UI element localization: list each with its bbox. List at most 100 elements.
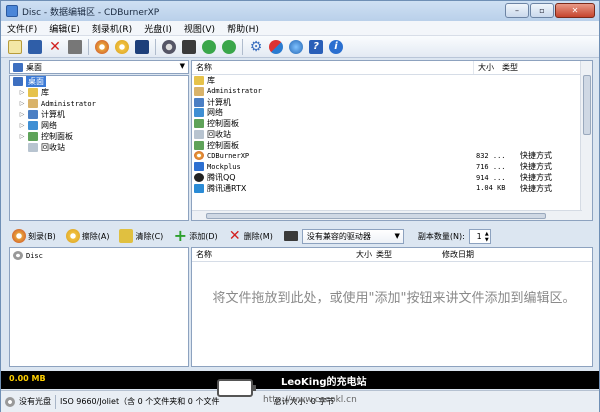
vertical-scrollbar[interactable]	[580, 61, 592, 220]
column-size[interactable]: 大小	[352, 248, 372, 261]
erase-button[interactable]: 擦除(A)	[63, 227, 113, 245]
next-icon[interactable]	[200, 38, 218, 56]
menu-edit[interactable]: 编辑(E)	[49, 22, 80, 35]
column-modified[interactable]: 修改日期	[438, 248, 518, 261]
erase-label: 擦除(A)	[81, 231, 110, 241]
user-icon	[194, 86, 204, 96]
tools-icon[interactable]	[267, 38, 285, 56]
file-row[interactable]: Mockplus 716 ... 快捷方式	[192, 161, 592, 172]
horizontal-scrollbar[interactable]	[192, 210, 582, 220]
file-name: 网络	[207, 108, 223, 118]
minimize-button[interactable]: –	[505, 3, 529, 18]
burn-icon	[12, 229, 26, 243]
tree-item-computer[interactable]: ▷ 计算机	[10, 109, 188, 120]
expand-icon[interactable]: ▷	[18, 89, 26, 96]
file-row[interactable]: 控制面板	[192, 140, 592, 151]
tree-item-recycle-bin[interactable]: 回收站	[10, 142, 188, 153]
file-name: Mockplus	[207, 162, 241, 171]
file-type: 快捷方式	[520, 162, 552, 172]
burn-icon[interactable]	[93, 38, 111, 56]
file-row[interactable]: 回收站	[192, 129, 592, 140]
column-name[interactable]: 名称	[192, 248, 352, 261]
menu-help[interactable]: 帮助(H)	[227, 22, 259, 35]
close-button[interactable]: ✕	[555, 3, 595, 18]
title-bar[interactable]: Disc - 数据编辑区 - CDBurnerXP – ▫ ✕	[1, 1, 599, 21]
globe-icon[interactable]	[287, 38, 305, 56]
column-type[interactable]: 类型	[372, 248, 438, 261]
drive-icon[interactable]	[160, 38, 178, 56]
location-dropdown[interactable]: 桌面 ▼	[9, 60, 189, 74]
print-icon[interactable]	[66, 38, 84, 56]
scroll-thumb[interactable]	[206, 213, 546, 219]
erase-icon[interactable]	[113, 38, 131, 56]
file-type: 快捷方式	[520, 183, 552, 193]
tree-item-library[interactable]: ▷ 库	[10, 87, 188, 98]
tree-item-administrator[interactable]: ▷ Administrator	[10, 98, 188, 109]
tree-item-disc[interactable]: Disc	[10, 250, 188, 261]
menu-view[interactable]: 视图(V)	[184, 22, 215, 35]
file-row[interactable]: 腾讯QQ 914 ... 快捷方式	[192, 172, 592, 183]
toolbar: ✕ ⚙ ? i	[1, 36, 599, 58]
file-row[interactable]: Administrator	[192, 86, 592, 97]
capacity-bar: 0.00 MB LeoKing的充电站	[1, 371, 599, 389]
tree-item-network[interactable]: ▷ 网络	[10, 120, 188, 131]
file-row[interactable]: CDBurnerXP 832 ... 快捷方式	[192, 151, 592, 162]
copies-label: 副本数量(N):	[417, 231, 465, 241]
clear-label: 清除(C)	[135, 231, 164, 241]
maximize-button[interactable]: ▫	[530, 3, 554, 18]
expand-icon[interactable]: ▷	[18, 122, 26, 129]
new-icon[interactable]	[6, 38, 24, 56]
copies-stepper[interactable]: 1 ▲ ▼	[468, 228, 491, 244]
control-panel-icon	[194, 119, 204, 129]
save-icon[interactable]	[26, 38, 44, 56]
clear-icon[interactable]	[133, 38, 151, 56]
add-button[interactable]: + 添加(D)	[170, 227, 220, 245]
stepper-arrows-icon[interactable]: ▲ ▼	[485, 231, 489, 243]
desktop-icon	[13, 77, 23, 86]
tree-item-control-panel[interactable]: ▷ 控制面板	[10, 131, 188, 142]
recycle-bin-icon	[28, 143, 38, 152]
disc-tree: Disc	[9, 247, 189, 367]
expand-icon[interactable]: ▷	[18, 100, 26, 107]
menu-disc[interactable]: 光盘(I)	[144, 22, 172, 35]
tree-item-label: 计算机	[41, 110, 65, 119]
disc-icon	[5, 396, 15, 407]
file-list: 名称 大小 类型 库 Administrator 计算机 网络 控制面板 回收站…	[191, 60, 593, 221]
column-size[interactable]: 大小	[474, 61, 498, 74]
file-name: CDBurnerXP	[207, 151, 250, 160]
clear-icon	[119, 229, 134, 243]
column-type[interactable]: 类型	[498, 61, 582, 74]
tree-item-label: 桌面	[26, 76, 46, 87]
scroll-thumb[interactable]	[583, 75, 591, 135]
expand-icon[interactable]: ▷	[18, 133, 26, 140]
drive2-icon[interactable]	[180, 38, 198, 56]
burn-button[interactable]: 刻录(B)	[9, 227, 59, 245]
clear-button[interactable]: 清除(C)	[116, 227, 166, 245]
delete-icon[interactable]: ✕	[46, 38, 64, 56]
tree-item-label: 控制面板	[41, 132, 73, 141]
settings-icon[interactable]: ⚙	[247, 38, 265, 56]
expand-icon[interactable]: ▷	[18, 111, 26, 118]
menu-recorder[interactable]: 刻录机(R)	[92, 22, 132, 35]
folder-tree: 桌面 ▷ 库 ▷ Administrator ▷ 计算机 ▷ 网络 ▷ 控制面板	[9, 75, 189, 221]
menu-file[interactable]: 文件(F)	[7, 22, 37, 35]
file-row[interactable]: 网络	[192, 107, 592, 118]
delete-label: 删除(M)	[243, 231, 273, 241]
back-icon[interactable]	[220, 38, 238, 56]
column-name[interactable]: 名称	[192, 61, 474, 74]
file-row[interactable]: 库	[192, 75, 592, 86]
status-disc: 没有光盘	[19, 397, 51, 406]
mockplus-icon	[194, 162, 204, 172]
tree-item-desktop[interactable]: 桌面	[10, 76, 188, 87]
drive-select[interactable]: 没有兼容的驱动器 ▼	[301, 228, 404, 244]
app-window: Disc - 数据编辑区 - CDBurnerXP – ▫ ✕ 文件(F) 编辑…	[0, 0, 600, 412]
file-row[interactable]: 腾讯通RTX 1.04 KB 快捷方式	[192, 183, 592, 194]
file-row[interactable]: 计算机	[192, 97, 592, 108]
help-icon[interactable]: ?	[307, 38, 325, 56]
cdburner-icon	[194, 151, 204, 161]
file-name: 控制面板	[207, 140, 239, 150]
delete-icon: ✕	[228, 228, 241, 244]
info-icon[interactable]: i	[327, 38, 345, 56]
file-row[interactable]: 控制面板	[192, 118, 592, 129]
delete-button[interactable]: ✕ 删除(M)	[225, 227, 276, 245]
